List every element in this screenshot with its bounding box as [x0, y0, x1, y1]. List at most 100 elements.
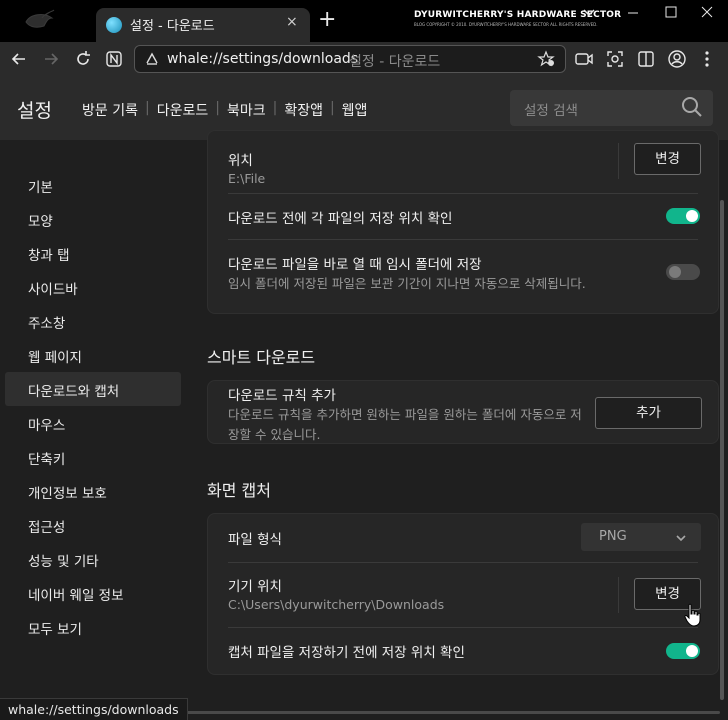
content-scrollbar[interactable]: [718, 140, 728, 700]
capture-icon[interactable]: [605, 49, 625, 73]
nav-extensions[interactable]: 확장앱: [284, 100, 323, 120]
divider: [618, 577, 619, 613]
address-page-title: 설정 - 다운로드: [349, 54, 441, 70]
profile-icon[interactable]: [667, 49, 687, 73]
nav-webapps[interactable]: 웹앱: [342, 100, 368, 120]
nav-bookmarks[interactable]: 북마크: [227, 100, 266, 120]
sidebar-item-sidebar[interactable]: 사이드바: [5, 270, 181, 304]
sidebar-item-privacy[interactable]: 개인정보 보호: [5, 474, 181, 508]
search-placeholder: 설정 검색: [524, 103, 578, 119]
sidebar-item-label: 기본: [28, 180, 53, 196]
sidebar-item-all[interactable]: 모두 보기: [5, 610, 181, 644]
ask-before-download-toggle[interactable]: [666, 208, 700, 224]
device-location-label: 기기 위치: [228, 579, 282, 595]
address-url: whale://settings/downloads: [167, 51, 359, 67]
screen-capture-title: 화면 캡처: [207, 481, 271, 500]
settings-title: 설정: [17, 100, 52, 122]
close-window-icon[interactable]: [700, 5, 714, 23]
download-rule-desc-line1: 다운로드 규칙을 추가하면 원하는 파일을 원하는 폴더에 자동으로 저: [228, 407, 582, 422]
forward-icon[interactable]: [41, 49, 61, 73]
brand-title: DYURWITCHERRY'S HARDWARE SECTOR: [414, 10, 622, 20]
divider: [228, 562, 698, 563]
navigation-bar: whale://settings/downloads 설정 - 다운로드: [0, 42, 728, 76]
brand-copyright: BLOG COPYRIGHT © 2010. DYURWITCHERRY'S H…: [414, 22, 598, 27]
sidebar-toggle-icon[interactable]: [636, 49, 656, 73]
sidebar-item-downloads-capture[interactable]: 다운로드와 캡처: [5, 372, 181, 406]
screen-capture-card: 파일 형식 PNG 기기 위치 C:\Users\dyurwitcherry\D…: [207, 513, 719, 675]
nav-separator: |: [215, 100, 220, 116]
sidebar-item-mouse[interactable]: 마우스: [5, 406, 181, 440]
status-bar-url: whale://settings/downloads: [0, 698, 188, 720]
location-value: E:\File: [228, 171, 266, 186]
toggle-knob: [686, 210, 698, 222]
divider: [618, 143, 619, 179]
horizontal-scrollbar[interactable]: [164, 711, 720, 714]
hand-cursor-icon: [684, 603, 702, 627]
file-format-value: PNG: [599, 529, 627, 544]
whale-scheme-icon: [144, 51, 158, 65]
chevron-down-icon: [675, 529, 687, 542]
sidebar-item-address-bar[interactable]: 주소창: [5, 304, 181, 338]
sidebar-item-label: 다운로드와 캡처: [28, 384, 120, 400]
file-format-label: 파일 형식: [228, 532, 282, 548]
smart-download-title: 스마트 다운로드: [207, 348, 316, 367]
sidebar-item-performance[interactable]: 성능 및 기타: [5, 542, 181, 576]
sidebar-item-about[interactable]: 네이버 웨일 정보: [5, 576, 181, 610]
reload-icon[interactable]: [73, 49, 93, 73]
title-bar: 설정 - 다운로드 × + DYURWITCHERRY'S HARDWARE S…: [0, 0, 728, 42]
sidebar-item-web-page[interactable]: 웹 페이지: [5, 338, 181, 372]
sidebar-item-appearance[interactable]: 모양: [5, 202, 181, 236]
divider: [228, 627, 698, 628]
address-bar[interactable]: whale://settings/downloads 설정 - 다운로드: [134, 45, 566, 73]
browser-window: 설정 - 다운로드 × + DYURWITCHERRY'S HARDWARE S…: [0, 0, 728, 720]
toggle-knob: [669, 266, 681, 278]
naver-home-icon[interactable]: [104, 49, 124, 73]
divider: [228, 193, 698, 194]
location-label: 위치: [228, 153, 253, 169]
watermark-brand: DYURWITCHERRY'S HARDWARE SECTOR BLOG COP…: [414, 10, 622, 27]
temp-folder-label: 다운로드 파일을 바로 열 때 임시 폴더에 저장: [228, 257, 482, 273]
sidebar-item-label: 창과 탭: [28, 248, 70, 264]
sidebar-item-label: 마우스: [28, 418, 66, 434]
settings-quick-nav: 방문 기록 | 다운로드 | 북마크 | 확장앱 | 웹앱: [82, 100, 367, 120]
ask-before-download-label: 다운로드 전에 각 파일의 저장 위치 확인: [228, 211, 453, 227]
sidebar-item-basic[interactable]: 기본: [5, 168, 181, 202]
sidebar-item-label: 주소창: [28, 316, 66, 332]
active-tab[interactable]: 설정 - 다운로드 ×: [96, 8, 310, 42]
temp-folder-toggle[interactable]: [666, 264, 700, 280]
back-icon[interactable]: [9, 49, 29, 73]
sidebar-item-label: 모양: [28, 214, 53, 230]
search-icon[interactable]: [681, 96, 703, 118]
add-rule-button[interactable]: 추가: [595, 397, 702, 429]
ask-before-capture-toggle[interactable]: [666, 643, 700, 659]
change-location-button[interactable]: 변경: [634, 143, 701, 175]
sidebar-item-windows-tabs[interactable]: 창과 탭: [5, 236, 181, 270]
smart-download-card: 다운로드 규칙 추가 다운로드 규칙을 추가하면 원하는 파일을 원하는 폴더에…: [207, 380, 719, 444]
nav-separator: |: [329, 100, 335, 116]
bookmark-star-icon[interactable]: [537, 50, 555, 72]
menu-more-icon[interactable]: [697, 49, 717, 73]
sidebar-item-accessibility[interactable]: 접근성: [5, 508, 181, 542]
settings-search-input[interactable]: 설정 검색: [510, 90, 713, 126]
ask-before-capture-label: 캡처 파일을 저장하기 전에 저장 위치 확인: [228, 645, 465, 661]
video-icon[interactable]: [574, 49, 594, 73]
nav-downloads[interactable]: 다운로드: [157, 100, 209, 120]
sidebar-item-label: 단축키: [28, 452, 66, 468]
nav-history[interactable]: 방문 기록: [82, 100, 138, 120]
whale-logo-icon[interactable]: [22, 8, 56, 34]
sidebar-item-label: 사이드바: [28, 282, 78, 298]
tab-list-chevron-icon[interactable]: [582, 5, 596, 23]
nav-separator: |: [272, 100, 278, 116]
file-format-select[interactable]: PNG: [581, 523, 701, 551]
maximize-icon[interactable]: [664, 5, 678, 23]
toggle-knob: [686, 645, 698, 657]
tab-close-icon[interactable]: ×: [286, 14, 298, 30]
download-rule-label: 다운로드 규칙 추가: [228, 388, 336, 404]
sidebar-item-label: 성능 및 기타: [28, 554, 99, 570]
new-tab-button[interactable]: +: [318, 9, 336, 31]
sidebar-item-shortcuts[interactable]: 단축키: [5, 440, 181, 474]
scrollbar-thumb[interactable]: [720, 200, 724, 700]
minimize-icon[interactable]: [626, 5, 640, 23]
tab-title: 설정 - 다운로드: [130, 19, 215, 34]
sidebar-item-label: 접근성: [28, 520, 66, 536]
